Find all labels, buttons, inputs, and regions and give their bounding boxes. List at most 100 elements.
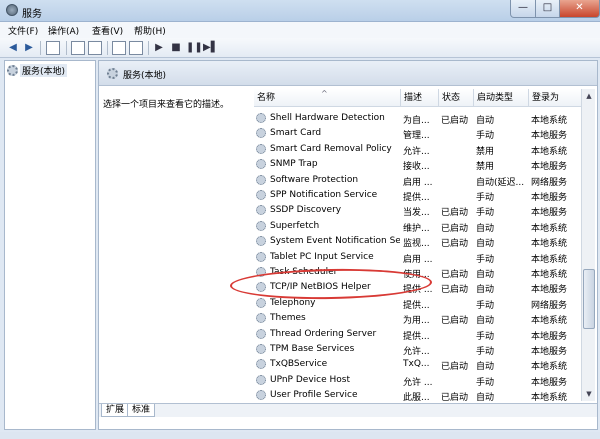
cell-logon: 本地系统 xyxy=(531,146,568,157)
cell-name: UPnP Device Host xyxy=(270,374,350,385)
pane-header: 服务(本地) xyxy=(99,61,597,86)
back-icon[interactable]: ◀ xyxy=(6,41,20,55)
column-header-description[interactable]: 描述 xyxy=(401,89,439,107)
cell-status: 已启动 xyxy=(441,285,469,296)
table-row[interactable]: Smart Card Removal Policy 允许... 禁用 本地系统 xyxy=(254,142,582,157)
table-row[interactable]: Smart Card 管理... 手动 本地服务 xyxy=(254,126,582,141)
cell-logon: 本地服务 xyxy=(531,208,568,219)
cell-start: 手动 xyxy=(476,254,495,265)
services-app-icon xyxy=(6,4,18,16)
service-gear-icon xyxy=(256,143,266,154)
service-gear-icon xyxy=(256,390,266,401)
table-row[interactable]: Superfetch 维护... 已启动 自动 本地系统 xyxy=(254,219,582,234)
properties-icon[interactable] xyxy=(129,41,143,55)
service-gear-icon xyxy=(256,205,266,216)
column-header-name[interactable]: 名称 ^ xyxy=(254,89,401,107)
column-header-status[interactable]: 状态 xyxy=(439,89,474,107)
cell-start: 自动(延迟... xyxy=(476,177,525,188)
table-row[interactable]: Themes 为用... 已启动 自动 本地系统 xyxy=(254,311,582,326)
start-service-icon[interactable]: ▶ xyxy=(152,41,166,55)
cell-name: TxQBService xyxy=(270,359,328,370)
view-tabs: 扩展 标准 xyxy=(99,403,597,417)
cell-start: 手动 xyxy=(476,377,495,388)
service-gear-icon xyxy=(256,328,266,339)
cell-start: 手动 xyxy=(476,193,495,203)
console-tree: 服务(本地) xyxy=(4,60,96,430)
service-gear-icon xyxy=(256,174,266,185)
column-header-label: 名称 xyxy=(257,93,276,103)
scroll-down-icon[interactable]: ▼ xyxy=(582,387,596,401)
table-row[interactable]: Tablet PC Input Service 启用 ... 手动 本地系统 xyxy=(254,250,582,265)
description-prompt: 选择一个项目来查看它的描述。 xyxy=(103,100,230,110)
restart-service-icon[interactable]: ▶▌ xyxy=(203,41,218,55)
cell-start: 手动 xyxy=(476,331,495,342)
cell-start: 手动 xyxy=(476,300,495,311)
scroll-up-icon[interactable]: ▲ xyxy=(582,89,596,103)
toolbar-divider xyxy=(107,41,108,55)
table-row[interactable]: SPP Notification Service 提供... 手动 本地服务 xyxy=(254,188,582,203)
cell-desc: 当发... xyxy=(403,208,430,219)
cell-start: 自动 xyxy=(476,285,495,296)
cell-start: 自动 xyxy=(476,362,495,373)
table-row[interactable]: System Event Notification Se... 监视... 已启动自… xyxy=(254,234,582,249)
table-row[interactable]: TxQBService TxQ... 已启动 自动 本地系统 xyxy=(254,357,582,372)
cell-logon: 本地系统 xyxy=(531,316,568,327)
cell-logon: 本地服务 xyxy=(531,162,568,173)
menu-view[interactable]: 查看(V) xyxy=(92,24,123,37)
cell-start: 自动 xyxy=(476,239,495,250)
cell-logon: 本地服务 xyxy=(531,285,568,296)
column-header-logon-as[interactable]: 登录为 xyxy=(529,89,582,107)
vertical-scrollbar[interactable]: ▲ ▼ xyxy=(581,89,595,401)
cell-start: 禁用 xyxy=(476,146,495,157)
cell-name: Smart Card xyxy=(270,128,322,139)
cell-name: Themes xyxy=(270,313,306,324)
cell-logon: 本地服务 xyxy=(531,331,568,342)
cell-logon: 网络服务 xyxy=(531,177,568,188)
table-row[interactable]: Software Protection 启用 ... 自动(延迟... 网络服务 xyxy=(254,173,582,188)
pause-service-icon[interactable]: ❚❚ xyxy=(186,41,203,55)
show-console-tree-icon[interactable] xyxy=(46,41,60,55)
scrollbar-thumb[interactable] xyxy=(583,269,595,329)
refresh-icon[interactable] xyxy=(71,41,85,55)
stop-service-icon[interactable]: ■ xyxy=(169,41,183,55)
menu-bar: 文件(F) 操作(A) 查看(V) 帮助(H) xyxy=(0,22,600,38)
cell-status: 已启动 xyxy=(441,239,469,250)
table-row[interactable]: UPnP Device Host 允许 ... 手动 本地服务 xyxy=(254,373,582,388)
export-list-icon[interactable] xyxy=(88,41,102,55)
tree-item-services-local[interactable]: 服务(本地) xyxy=(7,64,68,77)
toolbar-divider xyxy=(40,41,41,55)
help-icon[interactable] xyxy=(112,41,126,55)
cell-start: 自动 xyxy=(476,270,495,280)
cell-desc: 提供... xyxy=(403,193,430,203)
tab-extended[interactable]: 扩展 xyxy=(101,404,130,417)
cell-name: SSDP Discovery xyxy=(270,205,342,216)
minimize-button[interactable]: — xyxy=(510,0,536,18)
tab-standard[interactable]: 标准 xyxy=(127,404,156,417)
cell-desc: 维护... xyxy=(403,223,430,234)
cell-start: 自动 xyxy=(476,393,495,401)
cell-desc: 监视... xyxy=(403,239,430,250)
close-button[interactable]: ✕ xyxy=(559,0,600,18)
cell-desc: TxQ... xyxy=(403,359,430,370)
cell-desc: 允许... xyxy=(403,146,430,157)
menu-file[interactable]: 文件(F) xyxy=(8,24,38,37)
table-row[interactable]: SSDP Discovery 当发... 已启动 手动 本地服务 xyxy=(254,203,582,218)
maximize-button[interactable]: □ xyxy=(535,0,560,18)
cell-name: Superfetch xyxy=(270,220,320,231)
cell-name: Software Protection xyxy=(270,174,359,185)
menu-help[interactable]: 帮助(H) xyxy=(134,24,166,37)
menu-action[interactable]: 操作(A) xyxy=(48,24,79,37)
table-row[interactable]: User Profile Service 此服... 已启动 自动 本地系统 xyxy=(254,388,582,401)
forward-icon[interactable]: ▶ xyxy=(22,41,36,55)
cell-name: Smart Card Removal Policy xyxy=(270,143,392,154)
service-gear-icon xyxy=(256,128,266,139)
column-header-startup-type[interactable]: 启动类型 xyxy=(474,89,529,107)
cell-start: 禁用 xyxy=(476,162,495,173)
cell-name: System Event Notification Se... xyxy=(270,236,400,247)
table-row[interactable]: SNMP Trap 接收... 禁用 本地服务 xyxy=(254,157,582,172)
cell-desc: 提供... xyxy=(403,300,430,311)
table-row[interactable]: Shell Hardware Detection 为自... 已启动 自动 本地系统 xyxy=(254,111,582,126)
table-row[interactable]: Thread Ordering Server 提供... 手动 本地服务 xyxy=(254,327,582,342)
table-row[interactable]: TPM Base Services 允许... 手动 本地服务 xyxy=(254,342,582,357)
service-gear-icon xyxy=(256,297,266,308)
